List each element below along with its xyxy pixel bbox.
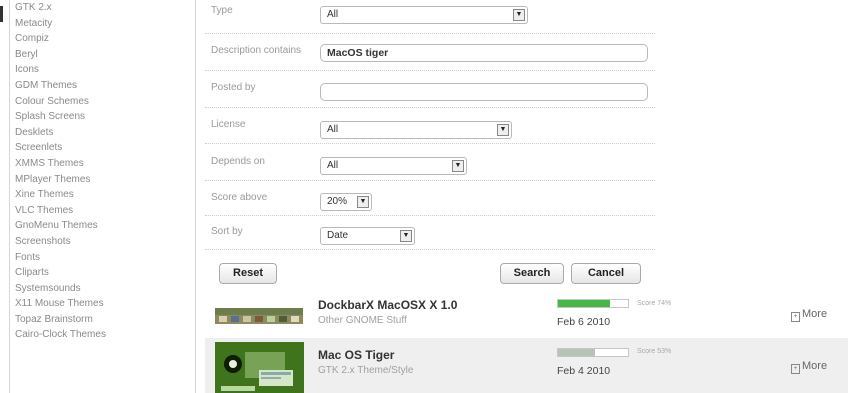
score-text: Score 74%	[637, 300, 672, 307]
left-edge-marker	[0, 6, 3, 22]
dropdown-arrow-icon[interactable]: ▼	[400, 230, 412, 242]
result-item[interactable]: Mac OS Tiger GTK 2.x Theme/Style Score 5…	[205, 338, 848, 393]
cancel-button[interactable]: Cancel	[571, 263, 641, 284]
result-thumbnail[interactable]	[215, 308, 303, 324]
type-label: Type	[211, 5, 233, 16]
reset-button[interactable]: Reset	[219, 263, 277, 284]
score-bar	[557, 299, 629, 308]
sort-by-select-value: Date	[327, 230, 349, 241]
sidebar-item-cliparts[interactable]: Cliparts	[10, 265, 195, 281]
license-row: License All ▼	[205, 108, 655, 144]
sidebar-item-screenshots[interactable]: Screenshots	[10, 234, 195, 250]
sidebar-item-cairo-clock-themes[interactable]: Cairo-Clock Themes	[10, 327, 195, 343]
sort-by-select[interactable]: Date ▼	[320, 227, 415, 245]
posted-by-input[interactable]	[320, 83, 648, 101]
description-label: Description contains	[211, 45, 302, 56]
score-bar-fill	[558, 349, 596, 356]
score-above-select[interactable]: 20% ▼	[320, 193, 372, 211]
sidebar-item-systemsounds[interactable]: Systemsounds	[10, 281, 195, 297]
result-thumbnail[interactable]	[215, 342, 304, 393]
dropdown-arrow-icon[interactable]: ▼	[513, 9, 525, 21]
dockbar-thumbnail-image	[215, 308, 303, 324]
score-bar	[557, 348, 629, 357]
search-form: Type All ▼ Description contains MacOS ti…	[205, 0, 655, 250]
sidebar-item-fonts[interactable]: Fonts	[10, 250, 195, 266]
search-button[interactable]: Search	[500, 263, 564, 284]
depends-on-select[interactable]: All ▼	[320, 157, 467, 175]
score-above-label: Score above	[211, 192, 268, 203]
sort-by-row: Sort by Date ▼	[205, 216, 655, 250]
result-date: Feb 4 2010	[557, 365, 611, 377]
posted-by-row: Posted by	[205, 71, 655, 108]
more-label: More	[802, 360, 828, 372]
sidebar-item-xine-themes[interactable]: Xine Themes	[10, 187, 195, 203]
sidebar-item-vlc-themes[interactable]: VLC Themes	[10, 203, 195, 219]
result-item[interactable]: DockbarX MacOSX X 1.0 Other GNOME Stuff …	[205, 290, 848, 338]
more-label: More	[802, 308, 828, 320]
dropdown-arrow-icon[interactable]: ▼	[452, 160, 464, 172]
sidebar-item-metacity[interactable]: Metacity	[10, 16, 195, 32]
sidebar-item-desklets[interactable]: Desklets	[10, 125, 195, 141]
sidebar-item-beryl[interactable]: Beryl	[10, 47, 195, 63]
type-select-value: All	[327, 9, 339, 20]
result-title[interactable]: DockbarX MacOSX X 1.0	[318, 298, 457, 312]
sidebar-item-xmms-themes[interactable]: XMMS Themes	[10, 156, 195, 172]
score-above-row: Score above 20% ▼	[205, 181, 655, 216]
license-select[interactable]: All ▼	[320, 121, 512, 139]
score-bar-fill	[558, 300, 610, 307]
depends-on-select-value: All	[327, 160, 339, 171]
license-select-value: All	[327, 124, 339, 135]
sidebar-item-gdm-themes[interactable]: GDM Themes	[10, 78, 195, 94]
more-icon: +	[791, 364, 800, 374]
sidebar-item-x11-mouse-themes[interactable]: X11 Mouse Themes	[10, 296, 195, 312]
description-row: Description contains MacOS tiger	[205, 34, 655, 71]
more-link[interactable]: + More	[791, 308, 827, 322]
license-label: License	[211, 119, 246, 130]
sidebar-item-topaz-brainstorm[interactable]: Topaz Brainstorm	[10, 312, 195, 328]
dropdown-arrow-icon[interactable]: ▼	[357, 196, 369, 208]
result-date: Feb 6 2010	[557, 316, 611, 328]
category-sidebar: GTK 2.x Metacity Compiz Beryl Icons GDM …	[9, 0, 196, 393]
sort-by-label: Sort by	[211, 226, 243, 237]
result-category[interactable]: GTK 2.x Theme/Style	[318, 365, 413, 376]
score-text: Score 53%	[637, 348, 672, 355]
sidebar-item-splash-screens[interactable]: Splash Screens	[10, 109, 195, 125]
score-above-select-value: 20%	[327, 196, 348, 207]
sidebar-item-colour-schemes[interactable]: Colour Schemes	[10, 94, 195, 110]
type-select[interactable]: All ▼	[320, 6, 528, 24]
sidebar-item-mplayer-themes[interactable]: MPlayer Themes	[10, 172, 195, 188]
sidebar-item-compiz[interactable]: Compiz	[10, 31, 195, 47]
description-input[interactable]: MacOS tiger	[320, 44, 648, 62]
more-icon: +	[791, 312, 800, 322]
sidebar-item-gnomenu-themes[interactable]: GnoMenu Themes	[10, 218, 195, 234]
more-link[interactable]: + More	[791, 360, 827, 374]
result-category[interactable]: Other GNOME Stuff	[318, 315, 407, 326]
sidebar-item-gtk2[interactable]: GTK 2.x	[10, 0, 195, 16]
type-row: Type All ▼	[205, 0, 655, 34]
sidebar-item-screenlets[interactable]: Screenlets	[10, 140, 195, 156]
sidebar-item-icons[interactable]: Icons	[10, 62, 195, 78]
depends-on-label: Depends on	[211, 156, 265, 167]
posted-by-label: Posted by	[211, 82, 256, 93]
mac-os-tiger-thumbnail-image	[215, 342, 304, 393]
result-title[interactable]: Mac OS Tiger	[318, 348, 394, 362]
depends-on-row: Depends on All ▼	[205, 144, 655, 181]
dropdown-arrow-icon[interactable]: ▼	[497, 124, 509, 136]
